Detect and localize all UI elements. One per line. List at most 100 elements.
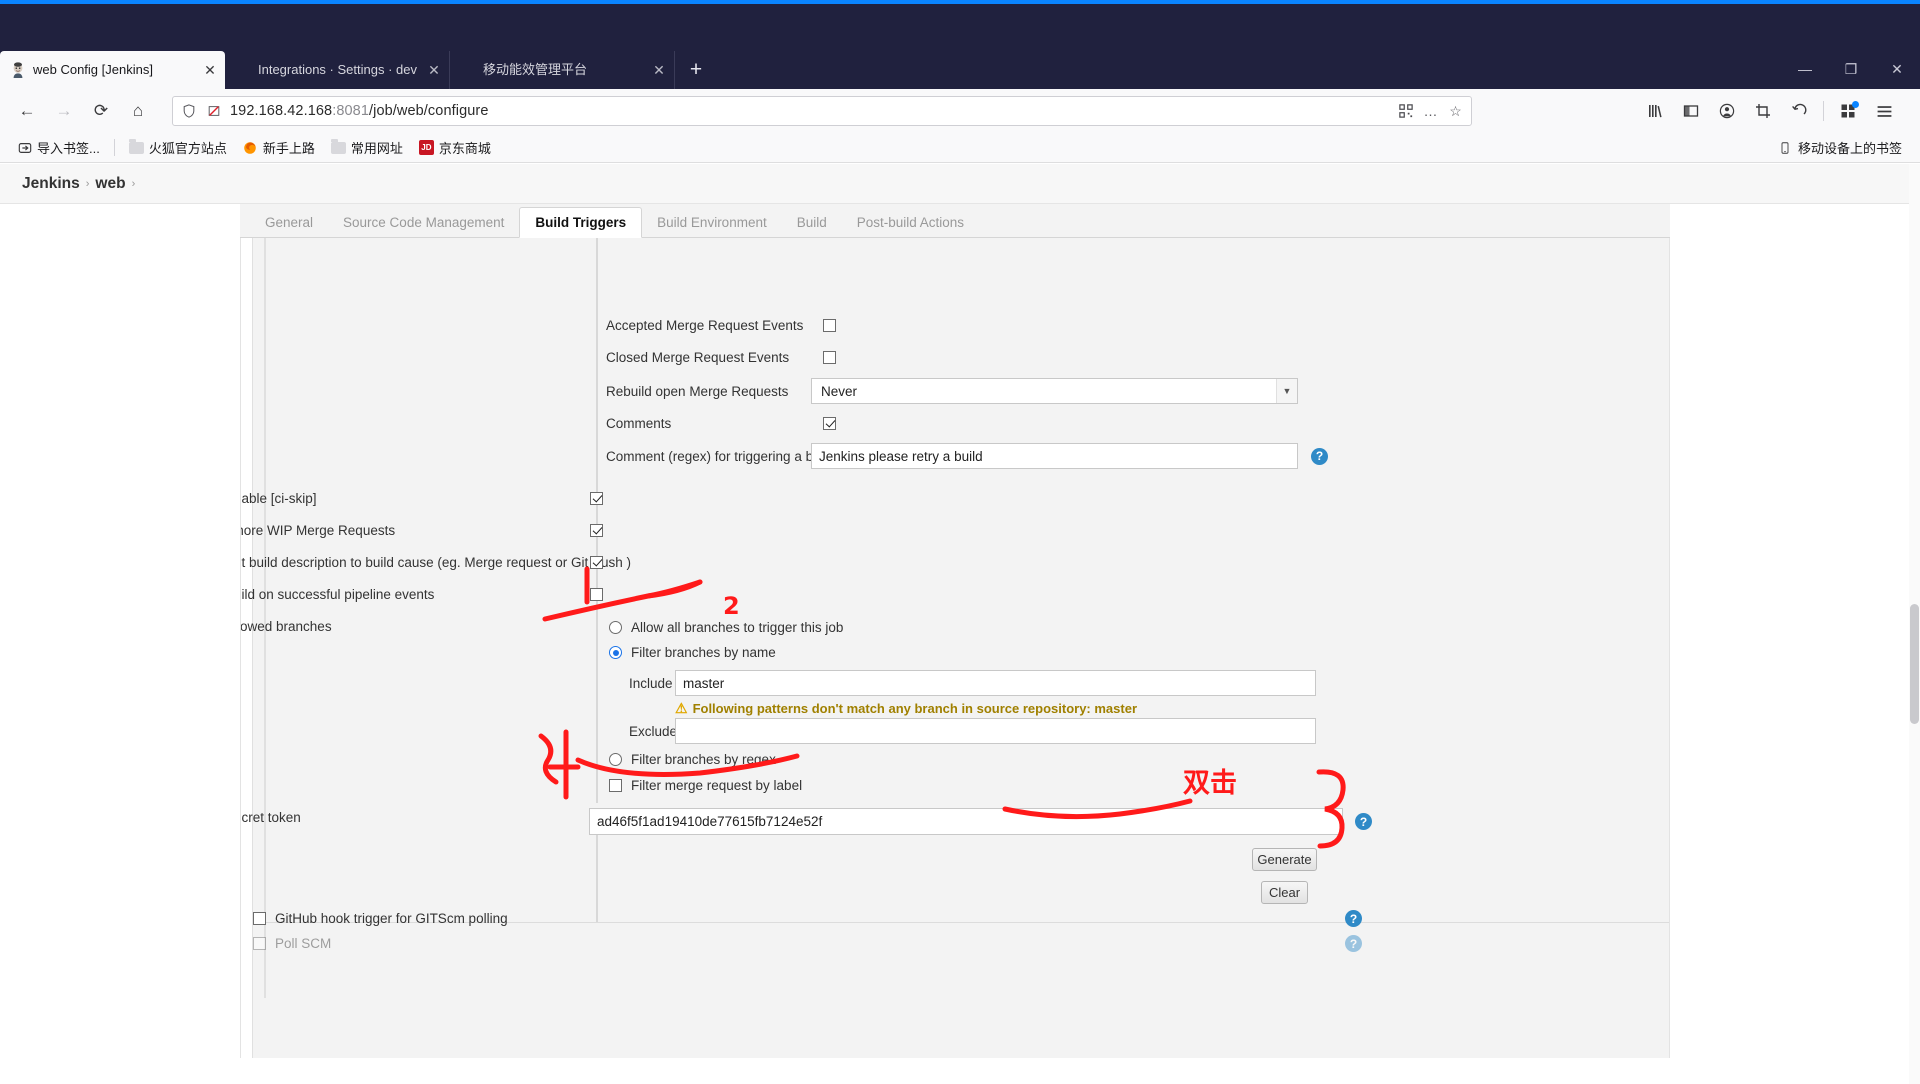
closed-merge-checkbox[interactable]	[823, 351, 836, 364]
bookmark-star-icon[interactable]: ☆	[1447, 103, 1464, 120]
allowed-branches-label: Allowed branches	[240, 619, 332, 634]
rebuild-select[interactable]: Never ▼	[811, 378, 1298, 404]
poll-scm-checkbox[interactable]	[253, 937, 266, 950]
help-icon[interactable]: ?	[1345, 935, 1362, 952]
screenshot-icon[interactable]	[1745, 95, 1781, 127]
tracking-protection-icon[interactable]	[205, 103, 222, 120]
comments-checkbox[interactable]	[823, 417, 836, 430]
browser-tab-2[interactable]: 移动能效管理平台 ✕	[450, 51, 675, 89]
help-icon[interactable]: ?	[1345, 910, 1362, 927]
library-icon[interactable]	[1637, 95, 1673, 127]
tab-build-triggers[interactable]: Build Triggers	[519, 207, 643, 238]
row-comment-regex: Comment (regex) for triggering a build J…	[606, 443, 1669, 469]
row-allowed-branches: Allowed branches	[240, 619, 590, 634]
row-poll-scm[interactable]: Poll SCM ?	[241, 935, 1362, 952]
ignore-wip-checkbox[interactable]	[590, 524, 603, 537]
secret-token-label: Secret token	[241, 810, 301, 825]
poll-scm-label: Poll SCM	[275, 936, 332, 951]
tab-close-icon[interactable]: ✕	[203, 63, 217, 77]
breadcrumb-jenkins[interactable]: Jenkins	[22, 175, 80, 193]
exclude-input[interactable]	[675, 718, 1316, 744]
tab-title: Integrations · Settings · dev / we	[258, 62, 420, 77]
browser-tab-0[interactable]: web Config [Jenkins] ✕	[0, 51, 225, 89]
folder-icon	[330, 138, 346, 154]
maximize-button[interactable]: ❐	[1828, 51, 1874, 87]
tab-source-code-management[interactable]: Source Code Management	[328, 207, 519, 237]
help-icon[interactable]: ?	[1355, 813, 1372, 830]
back-button[interactable]: ←	[10, 95, 44, 127]
help-icon[interactable]: ?	[1311, 447, 1328, 465]
radio-allow-all-branches[interactable]	[609, 621, 622, 634]
include-input[interactable]: master	[675, 670, 1316, 696]
row-radio-filter-by-name[interactable]: Filter branches by name ?	[609, 645, 1609, 660]
account-icon[interactable]	[1709, 95, 1745, 127]
row-radio-filter-by-regex[interactable]: Filter branches by regex ?	[609, 752, 1609, 767]
bookmarks-bar: 导入书签... 火狐官方站点 新手上路 常用网址 JD 京东商城 移动设备上的书…	[0, 133, 1920, 163]
comment-regex-input[interactable]: Jenkins please retry a build	[811, 443, 1298, 469]
set-build-description-checkbox[interactable]	[590, 556, 603, 569]
url-text: 192.168.42.168:8081/job/web/configure	[230, 103, 489, 119]
clear-button[interactable]: Clear	[1261, 881, 1308, 904]
filter-merge-request-by-label-checkbox[interactable]	[609, 779, 622, 792]
tab-close-icon[interactable]: ✕	[427, 63, 441, 77]
sidebar-icon[interactable]	[1673, 95, 1709, 127]
row-closed-merge-request-events: Closed Merge Request Events	[606, 350, 1506, 365]
new-tab-button[interactable]: +	[679, 53, 713, 87]
forward-button[interactable]: →	[47, 95, 81, 127]
enable-ci-skip-checkbox[interactable]	[590, 492, 603, 505]
page-actions-icon[interactable]: …	[1422, 103, 1439, 120]
secret-token-input[interactable]: ad46f5f1ad19410de77615fb7124e52f	[589, 808, 1343, 835]
bookmark-import[interactable]: 导入书签...	[10, 135, 107, 160]
blank-favicon	[460, 62, 476, 78]
radio-filter-branches-by-name[interactable]	[609, 646, 622, 659]
page-content: Jenkins › web › General Source Code Mana…	[0, 164, 1920, 1084]
tab-build-environment[interactable]: Build Environment	[642, 207, 782, 237]
secret-token-field-row: ad46f5f1ad19410de77615fb7124e52f ?	[589, 808, 1659, 835]
tab-general[interactable]: General	[250, 207, 328, 237]
bookmark-label: 导入书签...	[37, 141, 100, 156]
menu-icon[interactable]	[1866, 95, 1902, 127]
qr-code-icon[interactable]	[1397, 103, 1414, 120]
home-button[interactable]: ⌂	[121, 95, 155, 127]
tab-build[interactable]: Build	[782, 207, 842, 237]
shield-icon[interactable]	[180, 103, 197, 120]
build-on-pipeline-label: Build on successful pipeline events	[240, 587, 435, 602]
bookmark-getting-started[interactable]: 新手上路	[236, 135, 322, 160]
page-scrollbar[interactable]	[1909, 164, 1920, 1084]
row-radio-allow-all[interactable]: Allow all branches to trigger this job ?	[609, 620, 1609, 635]
minimize-button[interactable]: —	[1782, 51, 1828, 87]
rebuild-select-value: Never	[821, 383, 858, 399]
chevron-down-icon[interactable]: ▼	[1276, 379, 1297, 403]
close-window-button[interactable]: ✕	[1874, 51, 1920, 87]
tab-close-icon[interactable]: ✕	[652, 63, 666, 77]
include-value: master	[683, 675, 725, 691]
bookmark-jd[interactable]: JD 京东商城	[412, 135, 498, 160]
bookmark-label: 常用网址	[350, 141, 403, 156]
navigation-toolbar: ← → ⟳ ⌂ 192.168.42.168:8081/job/web/conf…	[0, 89, 1920, 133]
breadcrumb-separator: ›	[85, 177, 90, 190]
jd-icon: JD	[418, 140, 434, 155]
reload-button[interactable]: ⟳	[84, 95, 118, 127]
extensions-icon[interactable]	[1830, 95, 1866, 127]
row-github-hook-trigger[interactable]: GitHub hook trigger for GITScm polling ?	[241, 910, 1362, 927]
github-hook-checkbox[interactable]	[253, 912, 266, 925]
breadcrumb-web[interactable]: web	[95, 175, 125, 193]
scrollbar-thumb[interactable]	[1910, 604, 1919, 724]
build-on-pipeline-checkbox[interactable]	[590, 588, 603, 601]
bookmark-folder-common-sites[interactable]: 常用网址	[324, 135, 410, 160]
generate-button[interactable]: Generate	[1252, 848, 1317, 871]
row-build-on-pipeline: Build on successful pipeline events	[240, 587, 845, 602]
mobile-bookmarks[interactable]: 移动设备上的书签	[1778, 138, 1910, 157]
sync-icon[interactable]	[1781, 95, 1817, 127]
row-filter-mr-by-label[interactable]: Filter merge request by label	[609, 778, 1609, 793]
secret-token-value: ad46f5f1ad19410de77615fb7124e52f	[597, 814, 823, 829]
radio-filter-branches-by-regex[interactable]	[609, 753, 622, 766]
annotation-2: 2	[723, 592, 740, 620]
url-bar[interactable]: 192.168.42.168:8081/job/web/configure … …	[172, 96, 1472, 126]
mobile-bookmarks-label: 移动设备上的书签	[1797, 141, 1902, 156]
bookmark-folder-firefox-site[interactable]: 火狐官方站点	[122, 135, 234, 160]
accepted-merge-checkbox[interactable]	[823, 319, 836, 332]
tab-post-build-actions[interactable]: Post-build Actions	[842, 207, 979, 237]
folder-icon	[128, 138, 144, 154]
browser-tab-1[interactable]: Integrations · Settings · dev / we ✕	[225, 51, 450, 89]
